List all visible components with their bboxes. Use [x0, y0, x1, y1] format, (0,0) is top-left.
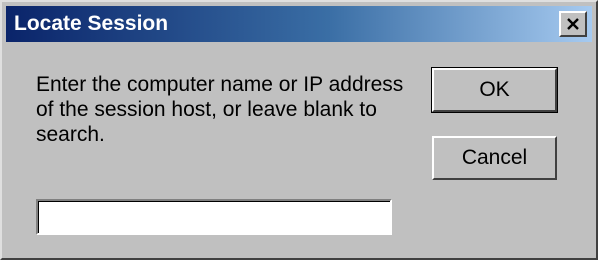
close-button[interactable]	[559, 11, 587, 37]
ok-button[interactable]: OK	[431, 67, 558, 113]
dialog-title: Locate Session	[14, 12, 169, 35]
prompt-text: Enter the computer name or IP address of…	[36, 73, 404, 146]
cancel-button[interactable]: Cancel	[432, 136, 557, 180]
session-host-input[interactable]	[36, 199, 392, 235]
title-bar[interactable]: Locate Session	[6, 6, 592, 42]
close-icon	[567, 18, 579, 30]
locate-session-dialog: Locate Session Enter the computer name o…	[0, 0, 598, 260]
